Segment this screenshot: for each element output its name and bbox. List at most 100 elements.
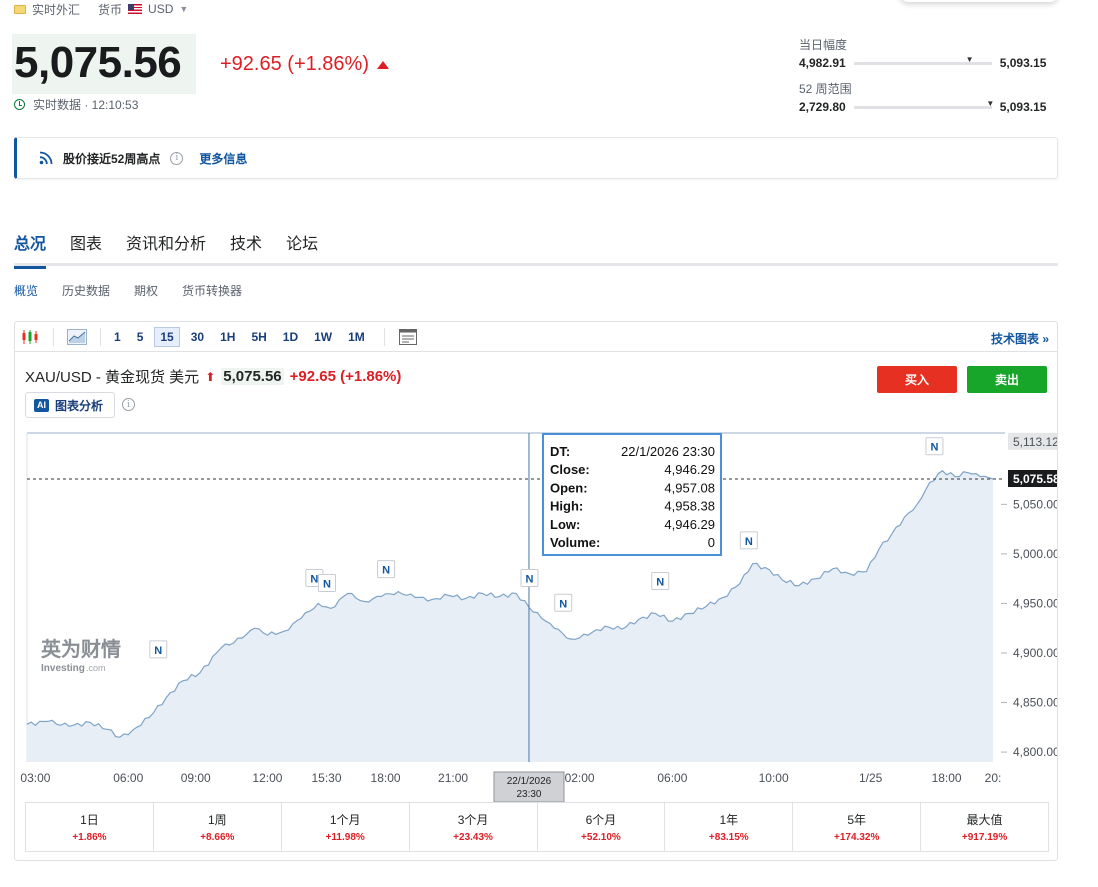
realtime-status: 实时数据 · 12:10:53 bbox=[14, 96, 138, 113]
performance-label: 1日 bbox=[80, 813, 99, 827]
subtab-options[interactable]: 期权 bbox=[134, 282, 158, 299]
day-range-low: 4,982.91 bbox=[799, 56, 846, 70]
buy-button[interactable]: 买入 bbox=[877, 366, 957, 393]
performance-label: 1周 bbox=[207, 813, 227, 827]
performance-period-5[interactable]: 1年 +83.15% bbox=[665, 803, 794, 851]
subtab-currency-converter[interactable]: 货币转换器 bbox=[182, 282, 242, 299]
tooltip-value-open: 4,957.08 bbox=[664, 480, 715, 495]
tooltip-key-close: Close: bbox=[550, 462, 590, 477]
x-tick-label: 02:00 bbox=[565, 771, 595, 785]
y-tick-label: 5,000.00 bbox=[1013, 547, 1057, 561]
candlestick-icon[interactable] bbox=[15, 327, 45, 347]
day-range-marker-icon: ▼ bbox=[965, 54, 974, 64]
last-price-label: 5,075.58 bbox=[1013, 472, 1057, 486]
performance-period-0[interactable]: 1日 +1.86% bbox=[26, 803, 154, 851]
crosshair-time-label: 23:30 bbox=[516, 789, 541, 800]
toolbar-divider bbox=[383, 327, 385, 346]
tooltip-key-volume: Volume: bbox=[550, 535, 600, 550]
subtab-historical-data[interactable]: 历史数据 bbox=[62, 282, 110, 299]
performance-value: +83.15% bbox=[708, 832, 749, 843]
performance-value: +11.98% bbox=[325, 832, 365, 843]
area-chart-icon[interactable] bbox=[62, 327, 92, 347]
performance-period-2[interactable]: 1个月 +11.98% bbox=[282, 803, 410, 851]
main-tabs: 总况 图表 资讯和分析 技术 论坛 bbox=[14, 228, 1058, 269]
y-tick-label: 4,850.00 bbox=[1013, 696, 1057, 710]
week52-range: 52 周范围 2,729.80 ▼ 5,093.15 bbox=[799, 80, 1046, 114]
performance-period-6[interactable]: 5年 +174.32% bbox=[793, 803, 922, 851]
up-arrow-icon: ⬆ bbox=[205, 369, 216, 384]
performance-value: +23.43% bbox=[453, 832, 493, 843]
timeframe-5[interactable]: 5 bbox=[132, 328, 149, 346]
week52-range-label: 52 周范围 bbox=[799, 82, 852, 96]
last-price: 5,075.56 bbox=[14, 38, 182, 87]
x-tick-label: 21:00 bbox=[438, 771, 468, 785]
news-marker-label: N bbox=[930, 442, 938, 454]
x-tick-label: 15:30 bbox=[311, 771, 341, 785]
breadcrumb-item-currency[interactable]: 货币 bbox=[98, 1, 122, 18]
tab-overview[interactable]: 总况 bbox=[14, 228, 47, 269]
y-tick-label: 5,050.00 bbox=[1013, 497, 1057, 511]
timeframe-1d[interactable]: 1D bbox=[278, 328, 303, 346]
y-tick-label: 4,950.00 bbox=[1013, 596, 1057, 610]
sell-button[interactable]: 卖出 bbox=[967, 366, 1047, 393]
timeframe-5h[interactable]: 5H bbox=[246, 328, 271, 346]
news-marker-label: N bbox=[745, 536, 753, 548]
performance-label: 最大值 bbox=[966, 813, 1003, 827]
x-tick-label: 03:00 bbox=[20, 771, 50, 785]
currency-selector[interactable]: USD bbox=[148, 2, 173, 16]
timeframe-15[interactable]: 15 bbox=[154, 326, 180, 347]
x-tick-label: 09:00 bbox=[181, 771, 211, 785]
timeframe-1[interactable]: 1 bbox=[109, 328, 126, 346]
performance-label: 3个月 bbox=[457, 813, 489, 827]
rss-icon bbox=[39, 151, 53, 165]
symbol-name: XAU/USD - 黄金现货 美元 bbox=[25, 369, 200, 386]
tab-news-analysis[interactable]: 资讯和分析 bbox=[126, 228, 206, 266]
week52-range-marker-icon: ▼ bbox=[986, 98, 995, 108]
performance-period-7[interactable]: 最大值 +917.19% bbox=[921, 803, 1048, 851]
subtab-summary[interactable]: 概览 bbox=[14, 282, 38, 299]
news-marker-label: N bbox=[656, 576, 664, 588]
tab-chart[interactable]: 图表 bbox=[70, 228, 102, 266]
table-view-icon[interactable] bbox=[393, 327, 423, 347]
day-range-track: ▼ bbox=[853, 55, 992, 65]
crosshair-date-label: 22/1/2026 bbox=[507, 776, 552, 787]
timeframe-1m[interactable]: 1M bbox=[343, 328, 370, 346]
chevron-down-icon[interactable]: ▼ bbox=[179, 4, 188, 14]
day-range-label: 当日幅度 bbox=[799, 38, 848, 52]
near-52w-high-notice: 股价接近52周高点 i 更多信息 bbox=[14, 137, 1058, 179]
price-chart[interactable]: 4,800.00 4,850.00 4,900.00 4,950.00 5,000.00… bbox=[15, 422, 1057, 802]
day-range: 当日幅度 4,982.91 ▼ 5,093.15 bbox=[799, 36, 1046, 70]
performance-period-3[interactable]: 3个月 +23.43% bbox=[410, 803, 538, 851]
breadcrumb-item-forex[interactable]: 实时外汇 bbox=[32, 1, 80, 18]
timeframe-30[interactable]: 30 bbox=[186, 328, 209, 346]
tab-forum[interactable]: 论坛 bbox=[286, 228, 318, 266]
info-icon[interactable]: i bbox=[122, 398, 135, 411]
tab-technical[interactable]: 技术 bbox=[230, 228, 262, 266]
more-info-link[interactable]: 更多信息 bbox=[199, 150, 247, 167]
tooltip-value-close: 4,946.29 bbox=[664, 462, 715, 477]
symbol-header: XAU/USD - 黄金现货 美元 ⬆ 5,075.56 +92.65 (+1.… bbox=[25, 366, 401, 387]
news-marker-label: N bbox=[526, 574, 534, 586]
us-flag-icon bbox=[128, 4, 143, 14]
tooltip-key-open: Open: bbox=[550, 480, 588, 495]
tooltip-value-low: 4,946.29 bbox=[664, 517, 715, 532]
price-change: +92.65 (+1.86%) bbox=[220, 53, 389, 76]
week52-range-low: 2,729.80 bbox=[799, 100, 846, 114]
technical-chart-link[interactable]: 技术图表 » bbox=[991, 330, 1049, 347]
header-search-panel-edge bbox=[900, 0, 1058, 2]
high-price-label: 5,113.12 bbox=[1013, 435, 1057, 449]
x-tick-label: 06:00 bbox=[113, 771, 143, 785]
info-icon[interactable]: i bbox=[170, 151, 184, 165]
folder-icon bbox=[14, 4, 26, 14]
watermark-logo-en: Investing bbox=[41, 663, 85, 674]
performance-value: +174.32% bbox=[834, 832, 880, 843]
performance-value: +8.66% bbox=[200, 832, 235, 843]
performance-period-1[interactable]: 1周 +8.66% bbox=[154, 803, 282, 851]
tooltip-value-high: 4,958.38 bbox=[664, 499, 715, 514]
week52-range-high: 5,093.15 bbox=[999, 100, 1047, 114]
timeframe-1w[interactable]: 1W bbox=[309, 328, 337, 346]
performance-period-4[interactable]: 6个月 +52.10% bbox=[538, 803, 666, 851]
day-range-high: 5,093.15 bbox=[999, 56, 1047, 70]
ai-chart-analysis-button[interactable]: AI 图表分析 bbox=[25, 392, 115, 418]
timeframe-1h[interactable]: 1H bbox=[215, 328, 240, 346]
